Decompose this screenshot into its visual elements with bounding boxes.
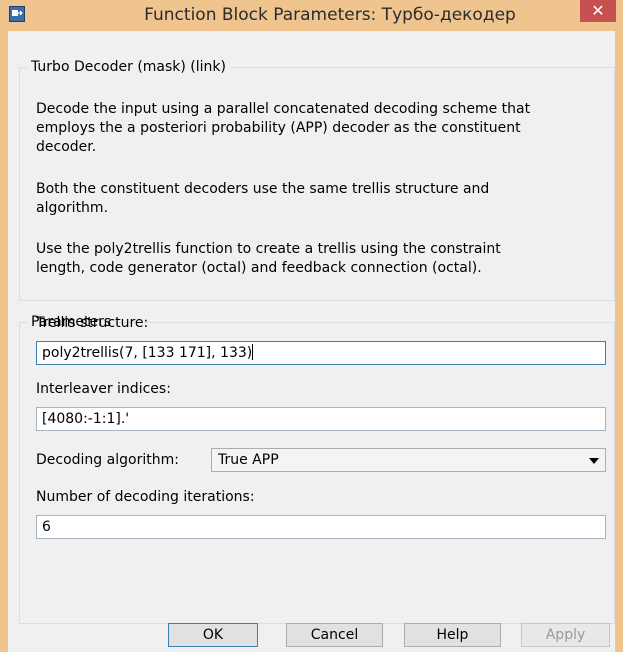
description-line: length, code generator (octal) and feedb… xyxy=(36,260,482,276)
decoding-algorithm-select[interactable]: True APP xyxy=(211,448,606,472)
decoding-algorithm-label: Decoding algorithm: xyxy=(36,452,179,468)
description-paragraph: Decode the input using a parallel concat… xyxy=(36,100,606,157)
block-parameters-icon xyxy=(9,6,25,22)
description-group-label: Turbo Decoder (mask) (link) xyxy=(31,59,226,75)
description-line: Both the constituent decoders use the sa… xyxy=(36,181,490,197)
window-title: Function Block Parameters: Турбо-декодер xyxy=(144,5,516,25)
decoding-iterations-label: Number of decoding iterations: xyxy=(36,489,255,505)
close-button[interactable]: ✕ xyxy=(580,0,616,22)
trellis-structure-label: Trellis structure: xyxy=(36,315,149,331)
trellis-structure-value: poly2trellis(7, [133 171], 133) xyxy=(42,345,253,361)
help-button[interactable]: Help xyxy=(404,623,501,647)
cancel-button[interactable]: Cancel xyxy=(286,623,383,647)
description-paragraph: Both the constituent decoders use the sa… xyxy=(36,180,606,218)
interleaver-indices-input[interactable]: [4080:-1:1].' xyxy=(36,407,606,431)
chevron-down-icon xyxy=(589,458,599,464)
description-line: decoder. xyxy=(36,139,97,155)
apply-button[interactable]: Apply xyxy=(521,623,610,647)
title-bar[interactable]: Function Block Parameters: Турбо-декодер… xyxy=(0,0,623,30)
ok-button[interactable]: OK xyxy=(168,623,258,647)
interleaver-indices-label: Interleaver indices: xyxy=(36,381,171,397)
description-paragraph: Use the poly2trellis function to create … xyxy=(36,240,606,278)
dialog-content: Turbo Decoder (mask) (link) Decode the i… xyxy=(8,31,615,652)
decoding-algorithm-value: True APP xyxy=(218,452,279,468)
trellis-structure-input[interactable]: poly2trellis(7, [133 171], 133) xyxy=(36,341,606,365)
decoding-iterations-input[interactable]: 6 xyxy=(36,515,606,539)
description-line: algorithm. xyxy=(36,200,109,216)
dialog-window: Function Block Parameters: Турбо-декодер… xyxy=(0,0,623,652)
text-caret xyxy=(252,344,254,360)
description-line: Use the poly2trellis function to create … xyxy=(36,241,501,257)
description-line: Decode the input using a parallel concat… xyxy=(36,101,531,117)
description-group: Turbo Decoder (mask) (link) Decode the i… xyxy=(19,59,615,301)
description-line: employs the a posteriori probability (AP… xyxy=(36,120,521,136)
